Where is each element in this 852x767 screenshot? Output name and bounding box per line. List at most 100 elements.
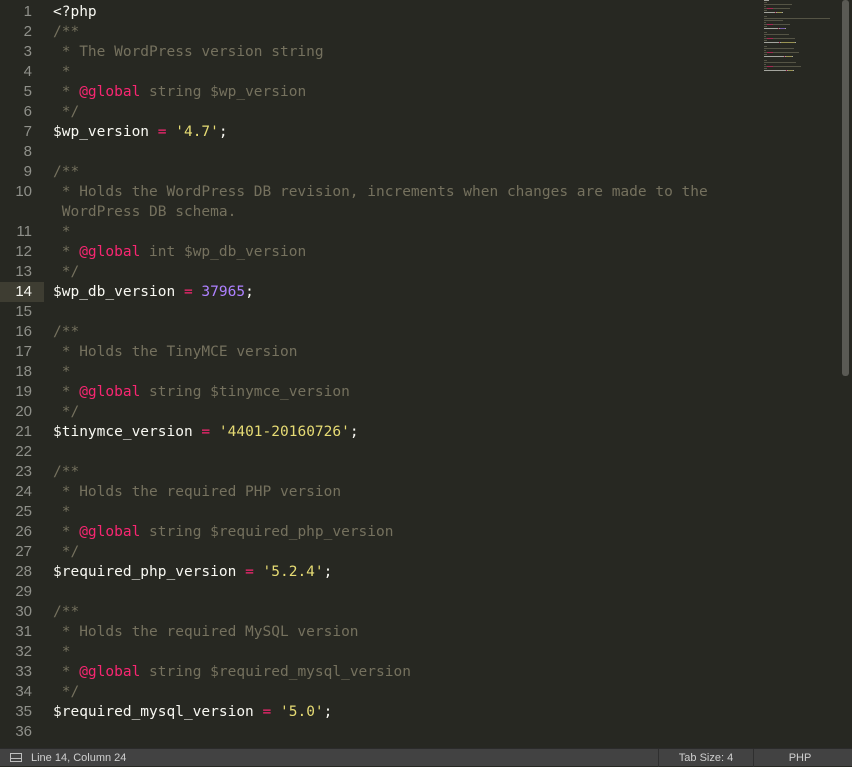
code-line[interactable]: * <box>53 362 71 382</box>
code-token: @global <box>79 664 141 680</box>
code-line[interactable]: <?php <box>53 2 97 22</box>
line-number: 35 <box>15 703 32 720</box>
code-line[interactable]: * @global string $required_mysql_version <box>53 662 411 682</box>
code-token: string $required_mysql_version <box>140 664 411 680</box>
code-token: @global <box>79 244 141 260</box>
code-line[interactable]: $required_mysql_version = '5.0'; <box>53 702 332 722</box>
code-line[interactable]: WordPress DB schema. <box>53 202 237 222</box>
minimap-stroke <box>795 42 796 43</box>
code-line[interactable]: * @global int $wp_db_version <box>53 242 306 262</box>
line-number: 4 <box>23 63 32 80</box>
line-number: 15 <box>15 303 32 320</box>
code-token: '4.7' <box>175 124 219 140</box>
line-number: 24 <box>15 483 32 500</box>
code-token: * Holds the TinyMCE version <box>53 344 298 360</box>
code-token: string $required_php_version <box>140 524 394 540</box>
minimap-stroke <box>764 22 766 23</box>
code-line[interactable]: * Holds the TinyMCE version <box>53 342 298 362</box>
line-number-gutter: 1 2 3 4 5 6 7 8 9 10 11 12 13 14 15 16 17 18 19 20 21 22 23 24 2… <box>0 0 44 748</box>
code-line[interactable]: * <box>53 502 71 522</box>
syntax-indicator[interactable]: PHP <box>754 749 846 767</box>
panel-toggle-icon[interactable] <box>10 753 22 762</box>
minimap-stroke <box>785 28 786 29</box>
code-line[interactable]: /** <box>53 462 79 482</box>
minimap[interactable] <box>760 0 838 76</box>
minimap-stroke <box>773 66 801 67</box>
code-line[interactable]: /** <box>53 602 79 622</box>
code-line[interactable]: * @global string $wp_version <box>53 82 306 102</box>
minimap-stroke <box>773 38 795 39</box>
code-editor[interactable]: 1 2 3 4 5 6 7 8 9 10 11 12 13 14 15 16 17 18 19 20 21 22 23 24 2… <box>0 0 852 748</box>
code-line[interactable]: * <box>53 222 71 242</box>
code-line[interactable]: * Holds the required MySQL version <box>53 622 359 642</box>
code-token: '4401-20160726' <box>218 424 350 440</box>
code-line[interactable]: /** <box>53 22 79 42</box>
code-line[interactable]: * <box>53 642 71 662</box>
code-token: * Holds the WordPress DB revision, incre… <box>53 184 708 200</box>
code-line[interactable]: /** <box>53 322 79 342</box>
code-line[interactable]: /** <box>53 162 79 182</box>
code-token: * <box>53 244 80 260</box>
minimap-stroke <box>792 56 793 57</box>
code-line[interactable]: * Holds the WordPress DB revision, incre… <box>53 182 708 202</box>
tab-size-indicator[interactable]: Tab Size: 4 <box>659 749 753 767</box>
code-line[interactable]: */ <box>53 402 79 422</box>
code-line[interactable]: * Holds the required PHP version <box>53 482 341 502</box>
code-token: = <box>201 424 211 440</box>
code-line[interactable]: * <box>53 62 71 82</box>
code-line[interactable]: $tinymce_version = '4401-20160726'; <box>53 422 359 442</box>
line-number: 27 <box>15 543 32 560</box>
code-token: = <box>245 564 254 580</box>
code-line[interactable]: * @global string $required_php_version <box>53 522 394 542</box>
line-number: 26 <box>15 523 32 540</box>
line-number: 10 <box>15 183 32 200</box>
minimap-stroke <box>764 6 766 7</box>
code-line[interactable]: * @global string $tinymce_version <box>53 382 350 402</box>
line-number <box>0 202 32 222</box>
code-area[interactable]: <?php/** * The WordPress version string … <box>53 0 753 748</box>
minimap-stroke <box>782 12 783 13</box>
vertical-scrollbar[interactable] <box>840 0 852 748</box>
minimap-stroke <box>764 46 767 47</box>
cursor-position[interactable]: Line 14, Column 24 <box>31 749 126 767</box>
code-token: */ <box>53 264 80 280</box>
code-line[interactable]: */ <box>53 682 79 702</box>
line-number: 9 <box>23 163 32 180</box>
code-token: <?php <box>53 4 97 20</box>
code-line[interactable]: $wp_db_version = 37965; <box>53 282 254 302</box>
code-token: @global <box>79 524 141 540</box>
line-number: 34 <box>15 683 32 700</box>
minimap-stroke <box>764 70 785 71</box>
code-token: * <box>53 644 71 660</box>
code-line[interactable]: $wp_version = '4.7'; <box>53 122 228 142</box>
code-line[interactable]: */ <box>53 542 79 562</box>
code-token: * Holds the required MySQL version <box>53 624 359 640</box>
code-token: * <box>53 64 71 80</box>
minimap-stroke <box>764 32 767 33</box>
code-line[interactable]: * The WordPress version string <box>53 42 324 62</box>
code-token: $wp_db_version <box>53 284 176 300</box>
minimap-stroke <box>764 42 778 43</box>
minimap-stroke <box>764 40 767 41</box>
code-line[interactable]: */ <box>53 102 79 122</box>
code-token: * <box>53 384 80 400</box>
minimap-stroke <box>764 60 767 61</box>
code-token: '5.0' <box>280 704 324 720</box>
code-token: */ <box>53 684 80 700</box>
code-line[interactable]: $required_php_version = '5.2.4'; <box>53 562 332 582</box>
code-line[interactable]: */ <box>53 262 79 282</box>
code-token: */ <box>53 404 80 420</box>
code-token: string $tinymce_version <box>140 384 350 400</box>
code-token: */ <box>53 104 80 120</box>
code-token: * The WordPress version string <box>53 44 324 60</box>
line-number: 28 <box>15 563 32 580</box>
code-token: = <box>262 704 272 720</box>
minimap-stroke <box>764 4 792 5</box>
minimap-stroke <box>764 54 767 55</box>
code-token: /** <box>53 604 80 620</box>
line-number: 22 <box>15 443 32 460</box>
scrollbar-thumb[interactable] <box>842 0 849 376</box>
code-token: ; <box>323 564 333 580</box>
line-number: 30 <box>15 603 32 620</box>
